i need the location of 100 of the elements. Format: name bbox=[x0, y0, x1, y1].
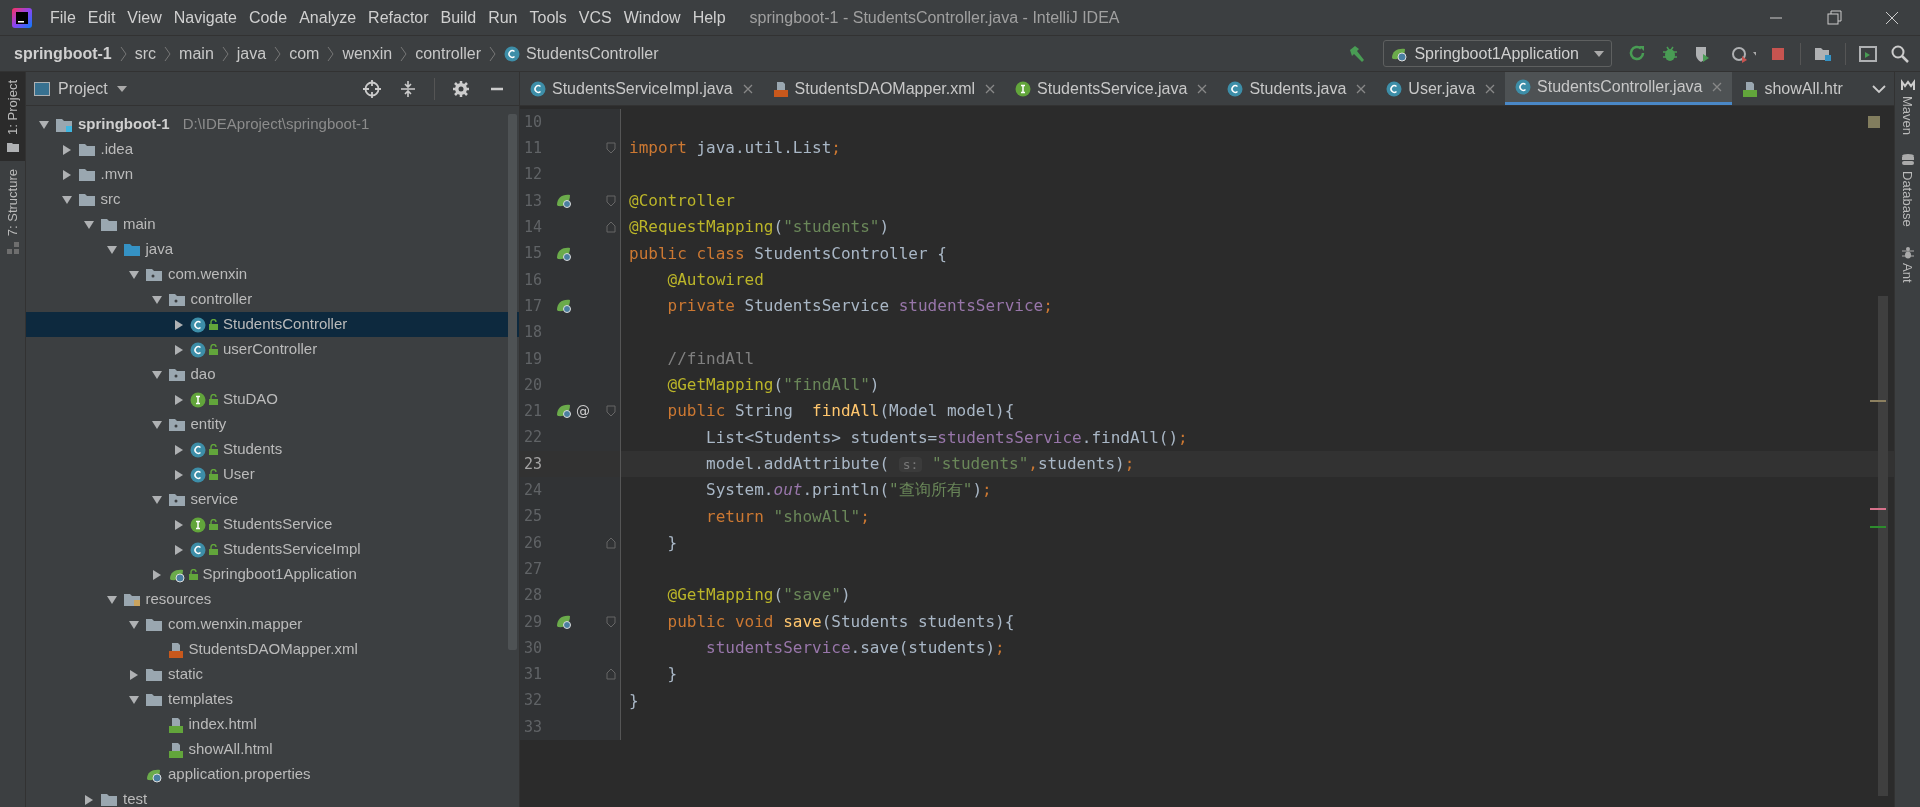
menu-item[interactable]: Window bbox=[617, 5, 687, 30]
tree-item[interactable]: springboot-1 D:\IDEAproject\springboot-1 bbox=[26, 112, 519, 137]
menu-item[interactable]: Navigate bbox=[167, 5, 243, 30]
tree-item[interactable]: test bbox=[26, 787, 519, 807]
tree-item[interactable]: StudentsServiceImpl bbox=[26, 537, 519, 562]
tool-window-tab[interactable]: 1: Project bbox=[0, 72, 25, 161]
expanded-arrow-icon[interactable] bbox=[38, 118, 50, 131]
tree-item[interactable]: main bbox=[26, 212, 519, 237]
gutter-marker[interactable]: @ bbox=[576, 400, 590, 422]
expanded-arrow-icon[interactable] bbox=[60, 193, 73, 206]
locate-icon[interactable] bbox=[362, 78, 382, 99]
tree-item[interactable]: src bbox=[26, 187, 519, 212]
tree-item[interactable]: application.properties bbox=[26, 762, 519, 787]
bean-icon[interactable] bbox=[556, 245, 572, 262]
tree-item[interactable]: Springboot1Application bbox=[26, 562, 519, 587]
expanded-arrow-icon[interactable] bbox=[128, 618, 140, 631]
tree-item[interactable]: StudentsService bbox=[26, 512, 519, 537]
expanded-arrow-icon[interactable] bbox=[105, 593, 118, 606]
fold-marker-icon[interactable] bbox=[606, 405, 616, 418]
collapsed-arrow-icon[interactable] bbox=[173, 518, 185, 531]
tool-window-tab[interactable]: Maven bbox=[1897, 78, 1918, 136]
fold-marker-icon[interactable] bbox=[606, 668, 616, 681]
collapsed-arrow-icon[interactable] bbox=[173, 318, 185, 331]
bean-icon[interactable] bbox=[556, 403, 572, 420]
expanded-arrow-icon[interactable] bbox=[150, 293, 163, 306]
collapsed-arrow-icon[interactable] bbox=[83, 793, 95, 806]
tree-item[interactable]: .idea bbox=[26, 137, 519, 162]
editor-tab[interactable]: User.java bbox=[1376, 72, 1506, 105]
editor-tab[interactable]: StudentsServiceImpl.java bbox=[520, 72, 763, 105]
close-icon[interactable] bbox=[1485, 83, 1496, 94]
tree-item[interactable]: static bbox=[26, 662, 519, 687]
expanded-arrow-icon[interactable] bbox=[128, 693, 140, 706]
tool-window-tab[interactable]: Ant bbox=[1897, 244, 1918, 283]
breadcrumb-item[interactable]: src bbox=[134, 41, 157, 66]
tree-item[interactable]: resources bbox=[26, 587, 519, 612]
menu-item[interactable]: Analyze bbox=[293, 5, 363, 30]
breadcrumb-item[interactable]: controller bbox=[415, 41, 481, 66]
expanded-arrow-icon[interactable] bbox=[105, 243, 118, 256]
bean-icon[interactable] bbox=[556, 193, 572, 210]
search-icon[interactable] bbox=[1890, 43, 1910, 64]
tree-item[interactable]: User bbox=[26, 462, 519, 487]
breadcrumb-item[interactable]: springboot-1 bbox=[14, 41, 112, 66]
tree-item[interactable]: Students bbox=[26, 437, 519, 462]
expanded-arrow-icon[interactable] bbox=[150, 418, 163, 431]
tree-item[interactable]: .mvn bbox=[26, 162, 519, 187]
collapsed-arrow-icon[interactable] bbox=[173, 443, 185, 456]
menu-item[interactable]: Build bbox=[434, 5, 483, 30]
menu-item[interactable]: Help bbox=[686, 5, 732, 30]
menu-item[interactable]: File bbox=[44, 5, 82, 30]
collapsed-arrow-icon[interactable] bbox=[173, 543, 185, 556]
collapsed-arrow-icon[interactable] bbox=[173, 468, 185, 481]
close-icon[interactable] bbox=[742, 83, 753, 94]
collapsed-arrow-icon[interactable] bbox=[173, 393, 185, 406]
menu-item[interactable]: Code bbox=[242, 5, 294, 30]
fold-marker-icon[interactable] bbox=[606, 221, 616, 234]
collapsed-arrow-icon[interactable] bbox=[60, 168, 73, 181]
menu-item[interactable]: Edit bbox=[81, 5, 122, 30]
fold-marker-icon[interactable] bbox=[606, 142, 616, 155]
fold-marker-icon[interactable] bbox=[606, 195, 616, 208]
restore-icon[interactable] bbox=[1824, 7, 1844, 28]
tree-item[interactable]: showAll.html bbox=[26, 737, 519, 762]
expanded-arrow-icon[interactable] bbox=[128, 268, 140, 281]
collapse-all-icon[interactable] bbox=[398, 78, 418, 99]
bean-icon[interactable] bbox=[556, 298, 572, 315]
expanded-arrow-icon[interactable] bbox=[83, 218, 95, 231]
collapsed-arrow-icon[interactable] bbox=[150, 568, 163, 581]
tree-item[interactable]: entity bbox=[26, 412, 519, 437]
close-icon[interactable] bbox=[985, 83, 996, 94]
breadcrumb-item[interactable]: StudentsController bbox=[504, 41, 659, 66]
tree-item[interactable]: com.wenxin bbox=[26, 262, 519, 287]
breadcrumb-item[interactable]: java bbox=[236, 41, 267, 66]
tree-item[interactable]: controller bbox=[26, 287, 519, 312]
menu-item[interactable]: Tools bbox=[523, 5, 573, 30]
menu-item[interactable]: View bbox=[121, 5, 168, 30]
tree-item[interactable]: service bbox=[26, 487, 519, 512]
close-icon[interactable] bbox=[1356, 83, 1367, 94]
bean-icon[interactable] bbox=[556, 613, 572, 630]
tree-item[interactable]: java bbox=[26, 237, 519, 262]
tree-item[interactable]: StudentsDAOMapper.xml bbox=[26, 637, 519, 662]
tree-item[interactable]: templates bbox=[26, 687, 519, 712]
tree-item[interactable]: userController bbox=[26, 337, 519, 362]
panel-title[interactable]: Project bbox=[58, 76, 108, 101]
editor-tab[interactable]: showAll.htr bbox=[1732, 72, 1853, 105]
expanded-arrow-icon[interactable] bbox=[150, 368, 163, 381]
breadcrumb-item[interactable]: main bbox=[179, 41, 214, 66]
editor-tab[interactable]: StudentsService.java bbox=[1005, 72, 1218, 105]
run-configuration-dropdown[interactable]: Springboot1Application bbox=[1383, 40, 1612, 67]
tree-item[interactable]: StudentsController bbox=[26, 312, 519, 337]
caret-icon[interactable] bbox=[115, 84, 128, 93]
collapsed-arrow-icon[interactable] bbox=[60, 143, 73, 156]
tree-item[interactable]: StuDAO bbox=[26, 387, 519, 412]
settings-icon[interactable] bbox=[451, 78, 471, 99]
expanded-arrow-icon[interactable] bbox=[150, 493, 163, 506]
breadcrumb-item[interactable]: com bbox=[289, 41, 320, 66]
menu-item[interactable]: VCS bbox=[572, 5, 618, 30]
tree-item[interactable]: dao bbox=[26, 362, 519, 387]
fold-marker-icon[interactable] bbox=[606, 615, 616, 628]
editor-tab[interactable]: Students.java bbox=[1217, 72, 1377, 105]
editor-tab[interactable]: StudentsController.java bbox=[1505, 72, 1733, 105]
tool-window-tab[interactable]: Database bbox=[1897, 153, 1918, 227]
